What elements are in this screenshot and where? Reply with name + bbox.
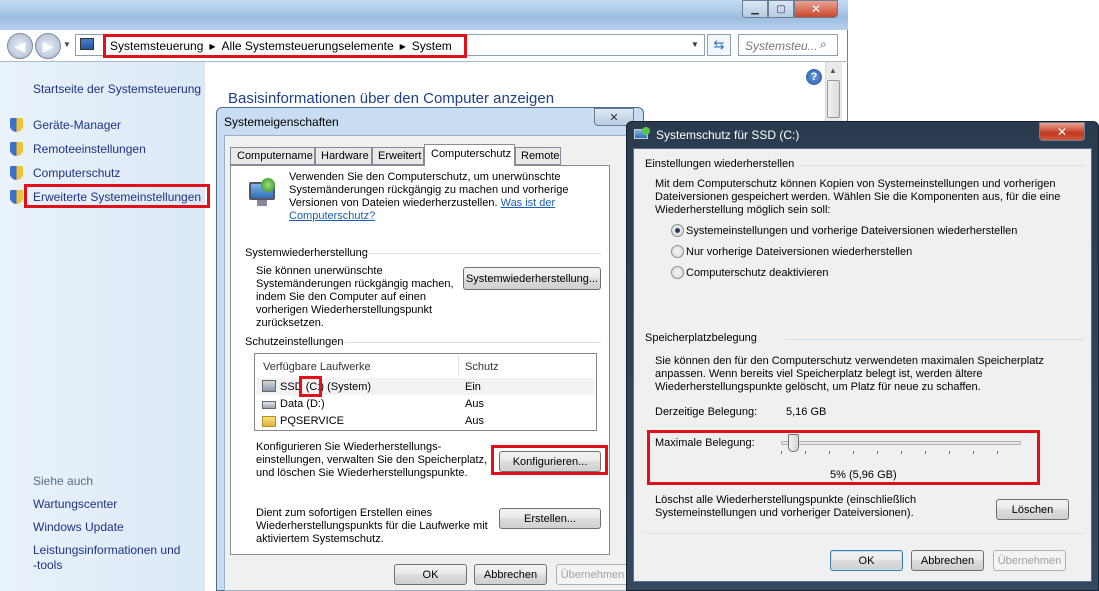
protection-apply-button[interactable]: Übernehmen <box>993 550 1066 571</box>
protection-dialog-title: Systemschutz für SSD (C:) <box>656 128 800 142</box>
radio-option-1[interactable] <box>671 245 684 258</box>
tab-computerschutz[interactable]: Computerschutz <box>424 144 515 166</box>
radio-option-0-label[interactable]: Systemeinstellungen und vorherige Dateiv… <box>686 225 1017 237</box>
delete-button[interactable]: Löschen <box>996 499 1069 520</box>
tab-erweitert[interactable]: Erweitert <box>372 147 424 165</box>
folder-icon <box>262 416 276 427</box>
highlight-drive-letter <box>299 376 322 397</box>
see-also-title: Siehe auch <box>33 474 94 488</box>
drive-name: Data (D:) <box>280 398 325 410</box>
highlight-breadcrumb <box>103 34 467 58</box>
highlight-erweiterte <box>24 184 210 208</box>
back-button[interactable]: ◀ <box>7 33 33 59</box>
intro-text: Verwenden Sie den Computerschutz, um une… <box>289 171 569 222</box>
page-title: Basisinformationen über den Computer anz… <box>228 90 555 107</box>
close-button[interactable]: ✕ <box>794 0 838 18</box>
highlight-max-usage <box>647 430 1040 485</box>
sysprops-apply-button[interactable]: Übernehmen <box>556 564 629 585</box>
shield-icon <box>10 166 23 180</box>
radio-option-1-label[interactable]: Nur vorherige Dateiversionen wiederherst… <box>686 246 912 258</box>
see-also-leistungsinformationen-line2[interactable]: -tools <box>33 558 62 572</box>
create-text: Dient zum sofortigen Erstellen eines Wie… <box>256 507 488 545</box>
current-usage-label: Derzeitige Belegung: <box>655 406 758 418</box>
restore-text: Sie können unerwünschte Systemänderungen… <box>256 265 454 329</box>
tab-hardware[interactable]: Hardware <box>315 147 372 165</box>
refresh-button[interactable]: ⇆ <box>707 34 731 56</box>
highlight-configure <box>491 445 608 475</box>
what-is-protection-link[interactable]: Was ist der <box>501 197 556 209</box>
help-icon[interactable]: ? <box>806 69 822 85</box>
forward-button[interactable]: ▶ <box>35 33 61 59</box>
restore-settings-title: Einstellungen wiederherstellen <box>645 158 795 170</box>
sysprops-cancel-button[interactable]: Abbrechen <box>474 564 547 585</box>
protection-ok-button[interactable]: OK <box>830 550 903 571</box>
maximize-button[interactable]: ▢ <box>768 0 794 18</box>
drive-name: SSD (C:) (System) <box>280 381 372 393</box>
radio-option-0[interactable] <box>671 224 684 237</box>
sidebar-item-remoteeinstellungen[interactable]: Remoteeinstellungen <box>33 142 146 156</box>
protection-cancel-button[interactable]: Abbrechen <box>911 550 984 571</box>
restore-settings-text: Mit dem Computerschutz können Kopien von… <box>655 178 1061 216</box>
what-is-protection-link-line2[interactable]: Computerschutz? <box>289 210 375 222</box>
col-header-drives[interactable]: Verfügbare Laufwerke <box>263 361 371 373</box>
sysprops-ok-button[interactable]: OK <box>394 564 467 585</box>
computer-protection-icon <box>247 178 277 208</box>
explorer-titlebar <box>0 0 848 30</box>
scroll-thumb[interactable] <box>827 80 840 118</box>
tab-computername[interactable]: Computername <box>230 147 315 165</box>
shield-icon <box>10 118 23 132</box>
see-also-windows-update[interactable]: Windows Update <box>33 520 124 534</box>
drive-icon <box>262 380 276 392</box>
sidebar-home-link[interactable]: Startseite der Systemsteuerung <box>33 82 201 96</box>
history-dropdown-icon[interactable]: ▼ <box>63 40 71 49</box>
address-dropdown-icon[interactable]: ▼ <box>691 40 699 49</box>
protection-dialog-icon <box>634 127 650 141</box>
shield-icon <box>10 190 23 204</box>
disk-usage-title: Speicherplatzbelegung <box>645 332 757 344</box>
sysprops-title: Systemeigenschaften <box>224 115 339 129</box>
scroll-up-icon[interactable]: ▲ <box>829 66 837 75</box>
see-also-leistungsinformationen[interactable]: Leistungsinformationen und <box>33 543 180 557</box>
computer-icon <box>80 38 94 50</box>
shield-icon <box>10 142 23 156</box>
col-header-protection[interactable]: Schutz <box>465 361 499 373</box>
protection-close-button[interactable]: ✕ <box>1039 122 1085 141</box>
tab-remote[interactable]: Remote <box>515 147 561 165</box>
create-button[interactable]: Erstellen... <box>499 508 601 529</box>
delete-text: Löschst alle Wiederherstellungspunkte (e… <box>655 494 917 519</box>
radio-option-2-label[interactable]: Computerschutz deaktivieren <box>686 267 828 279</box>
restore-section-title: Systemwiederherstellung <box>245 247 368 259</box>
current-usage-value: 5,16 GB <box>786 406 827 418</box>
configure-text: Konfigurieren Sie Wiederherstellungs- ei… <box>256 441 488 479</box>
drive-status: Aus <box>465 398 484 410</box>
radio-option-2[interactable] <box>671 266 684 279</box>
see-also-wartungscenter[interactable]: Wartungscenter <box>33 497 117 511</box>
drive-status: Ein <box>465 381 481 393</box>
sidebar-item-computerschutz[interactable]: Computerschutz <box>33 166 120 180</box>
search-icon[interactable]: ⌕ <box>820 37 827 52</box>
sidebar-item-geraete-manager[interactable]: Geräte-Manager <box>33 118 121 132</box>
protection-section-title: Schutzeinstellungen <box>245 336 344 348</box>
drive-status: Aus <box>465 415 484 427</box>
drive-icon <box>262 401 276 409</box>
minimize-button[interactable]: ▁ <box>742 0 768 18</box>
drive-name: PQSERVICE <box>280 415 344 427</box>
disk-usage-text: Sie können den für den Computerschutz ve… <box>655 355 1044 393</box>
system-restore-button[interactable]: Systemwiederherstellung... <box>463 267 601 290</box>
